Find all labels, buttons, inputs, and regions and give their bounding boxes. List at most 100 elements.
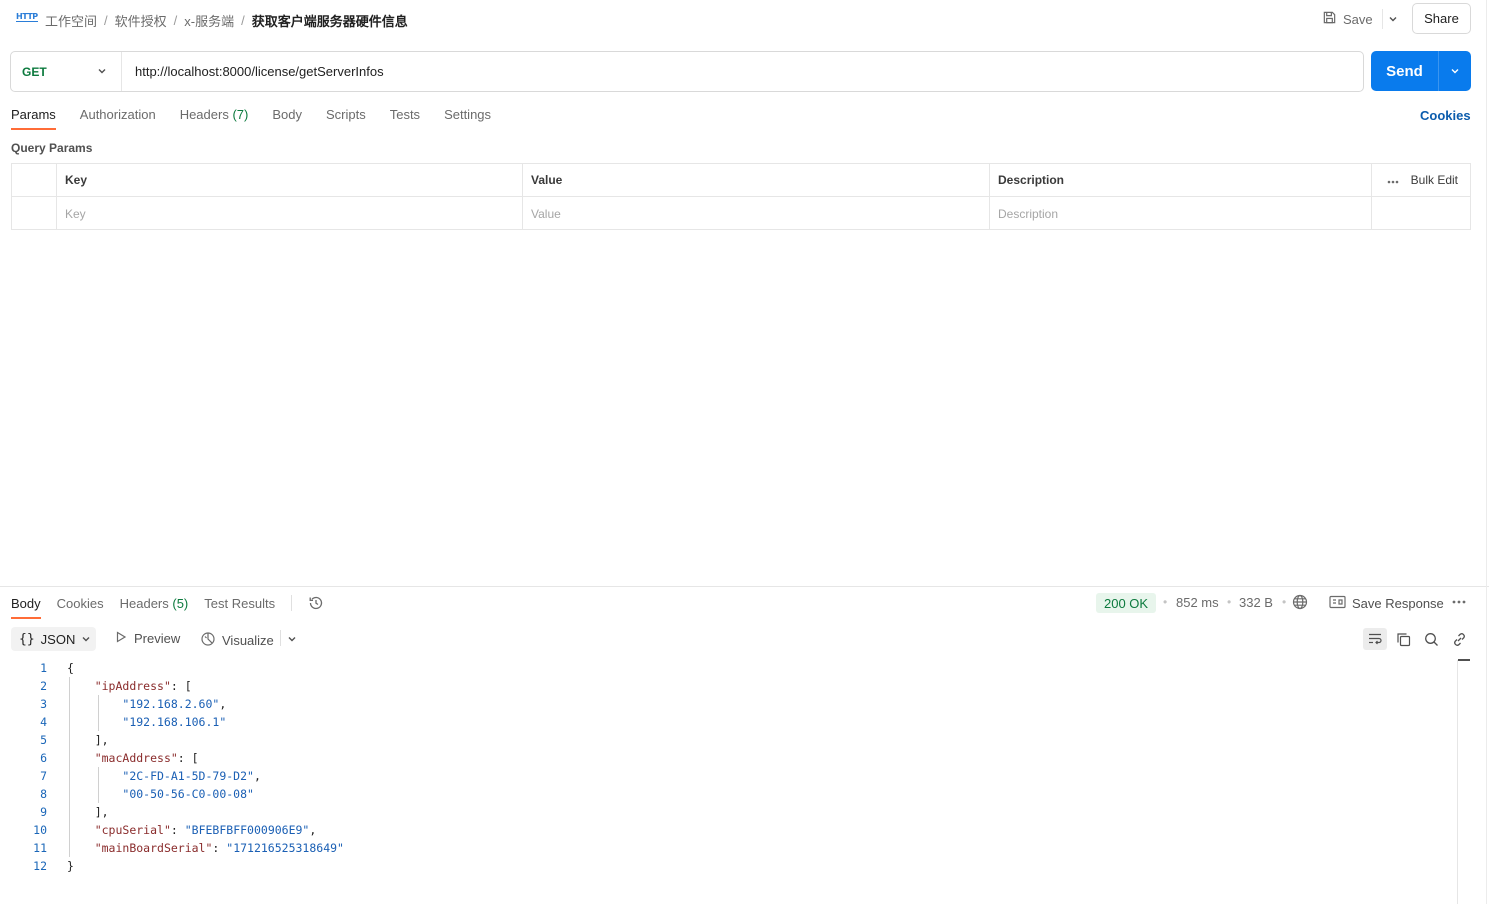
format-select[interactable]: {} JSON bbox=[11, 627, 96, 651]
send-options-button[interactable] bbox=[1438, 51, 1471, 91]
meta-dot: • bbox=[1282, 595, 1287, 609]
json-punctuation: , bbox=[219, 697, 227, 711]
wrap-icon[interactable] bbox=[1363, 628, 1387, 650]
json-punctuation: ], bbox=[67, 733, 109, 747]
tab-divider bbox=[291, 595, 293, 611]
breadcrumb-item[interactable]: x-服务端 bbox=[184, 11, 234, 30]
save-button[interactable]: Save bbox=[1322, 9, 1373, 29]
json-punctuation: , bbox=[309, 823, 317, 837]
send-button-group: Send bbox=[1371, 51, 1471, 91]
json-key: "ipAddress" bbox=[94, 679, 171, 693]
save-options-button[interactable] bbox=[1382, 9, 1402, 29]
tab-params[interactable]: Params bbox=[11, 107, 56, 130]
url-input[interactable] bbox=[122, 52, 1363, 91]
line-number: 5 bbox=[40, 733, 47, 747]
tab-label: Authorization bbox=[79, 107, 156, 122]
braces-icon: {} bbox=[19, 631, 35, 647]
tab-body[interactable]: Body bbox=[272, 107, 302, 129]
row-actions bbox=[1372, 197, 1470, 230]
send-button[interactable]: Send bbox=[1371, 51, 1438, 91]
request-tabs: Params Authorization Headers (7) Body Sc… bbox=[11, 107, 491, 130]
tab-label: Scripts bbox=[325, 107, 366, 122]
tab-headers[interactable]: Headers (7) bbox=[180, 107, 249, 129]
save-response-label: Save Response bbox=[1352, 596, 1444, 611]
meta-dot: • bbox=[1163, 595, 1168, 609]
tab-response-cookies[interactable]: Cookies bbox=[57, 596, 104, 618]
json-punctuation bbox=[67, 841, 95, 855]
save-response-button[interactable]: Save Response bbox=[1329, 595, 1444, 612]
breadcrumb-item[interactable]: 软件授权 bbox=[115, 11, 167, 30]
code-scrollbar-thumb[interactable] bbox=[1458, 659, 1470, 661]
visualize-options-icon[interactable] bbox=[287, 632, 297, 647]
copy-icon[interactable] bbox=[1391, 628, 1415, 650]
json-punctuation: : [ bbox=[170, 679, 192, 693]
cookies-link[interactable]: Cookies bbox=[1420, 108, 1471, 123]
tab-label: Tests bbox=[389, 107, 421, 122]
line-number: 11 bbox=[33, 841, 47, 855]
link-icon[interactable] bbox=[1447, 628, 1471, 650]
code-text: "2C-FD-A1-5D-79-D2", bbox=[67, 769, 261, 783]
top-bar: HTTP 工作空间 / 软件授权 / x-服务端 / 获取客户端服务器硬件信息 … bbox=[0, 0, 1489, 38]
json-key: "macAddress" bbox=[94, 751, 178, 765]
param-description-input[interactable]: Description bbox=[990, 197, 1372, 230]
json-punctuation: { bbox=[67, 661, 74, 675]
json-punctuation: : bbox=[170, 823, 185, 837]
value-column-header: Value bbox=[523, 164, 990, 196]
status-badge[interactable]: 200 OK bbox=[1096, 593, 1157, 613]
tab-label: Body bbox=[11, 595, 41, 611]
json-punctuation: ], bbox=[67, 805, 109, 819]
preview-button[interactable]: Preview bbox=[115, 631, 180, 646]
method-select[interactable]: GET bbox=[11, 52, 122, 91]
code-text: "mainBoardSerial": "171216525318649" bbox=[67, 841, 344, 855]
json-string: "2C-FD-A1-5D-79-D2" bbox=[122, 769, 254, 783]
json-key: "mainBoardSerial" bbox=[94, 841, 213, 855]
pane-divider[interactable] bbox=[0, 586, 1489, 587]
more-icon[interactable] bbox=[1387, 173, 1399, 187]
row-checkbox[interactable] bbox=[12, 197, 57, 230]
bulk-edit-button[interactable]: Bulk Edit bbox=[1411, 173, 1458, 187]
json-string: "00-50-56-C0-00-08" bbox=[122, 787, 254, 801]
tab-label: Params bbox=[11, 107, 56, 122]
request-title[interactable]: 获取客户端服务器硬件信息 bbox=[252, 11, 408, 30]
tab-settings[interactable]: Settings bbox=[444, 107, 491, 129]
line-number: 12 bbox=[33, 859, 47, 873]
tab-label: Headers bbox=[119, 595, 169, 611]
line-number: 6 bbox=[40, 751, 47, 765]
json-punctuation bbox=[67, 715, 122, 729]
tab-label: Headers bbox=[179, 107, 229, 122]
visualize-button[interactable]: Visualize bbox=[200, 631, 274, 650]
param-value-input[interactable]: Value bbox=[523, 197, 990, 230]
tab-response-headers[interactable]: Headers (5) bbox=[120, 596, 189, 618]
response-tabs: Body Cookies Headers (5) Test Results bbox=[11, 595, 324, 619]
tab-tests[interactable]: Tests bbox=[390, 107, 420, 129]
param-key-input[interactable]: Key bbox=[57, 197, 523, 230]
globe-icon[interactable] bbox=[1292, 594, 1308, 613]
tab-scripts[interactable]: Scripts bbox=[326, 107, 366, 129]
breadcrumb-separator: / bbox=[173, 13, 178, 28]
visualize-icon bbox=[200, 631, 216, 650]
response-size[interactable]: 332 B bbox=[1239, 595, 1273, 610]
chevron-down-icon bbox=[81, 632, 91, 647]
line-number: 4 bbox=[40, 715, 47, 729]
breadcrumb-item[interactable]: 工作空间 bbox=[45, 11, 97, 30]
json-punctuation: : [ bbox=[177, 751, 199, 765]
history-icon[interactable] bbox=[308, 595, 324, 611]
more-icon[interactable] bbox=[1451, 594, 1467, 613]
response-time[interactable]: 852 ms bbox=[1176, 595, 1219, 610]
tab-response-body[interactable]: Body bbox=[11, 595, 41, 619]
json-punctuation: } bbox=[67, 859, 74, 873]
json-key: "cpuSerial" bbox=[94, 823, 171, 837]
share-button[interactable]: Share bbox=[1412, 3, 1471, 34]
code-scrollbar-track[interactable] bbox=[1457, 660, 1470, 904]
chevron-down-icon bbox=[1450, 64, 1460, 79]
url-bar: GET bbox=[10, 51, 1364, 92]
code-text: "macAddress": [ bbox=[67, 751, 199, 765]
meta-dot: • bbox=[1227, 595, 1232, 609]
method-label: GET bbox=[22, 64, 47, 79]
indent-guide bbox=[98, 767, 99, 803]
tab-test-results[interactable]: Test Results bbox=[204, 596, 275, 618]
code-text: ], bbox=[67, 733, 109, 747]
search-icon[interactable] bbox=[1419, 628, 1443, 650]
tab-authorization[interactable]: Authorization bbox=[80, 107, 156, 129]
line-number: 8 bbox=[40, 787, 47, 801]
